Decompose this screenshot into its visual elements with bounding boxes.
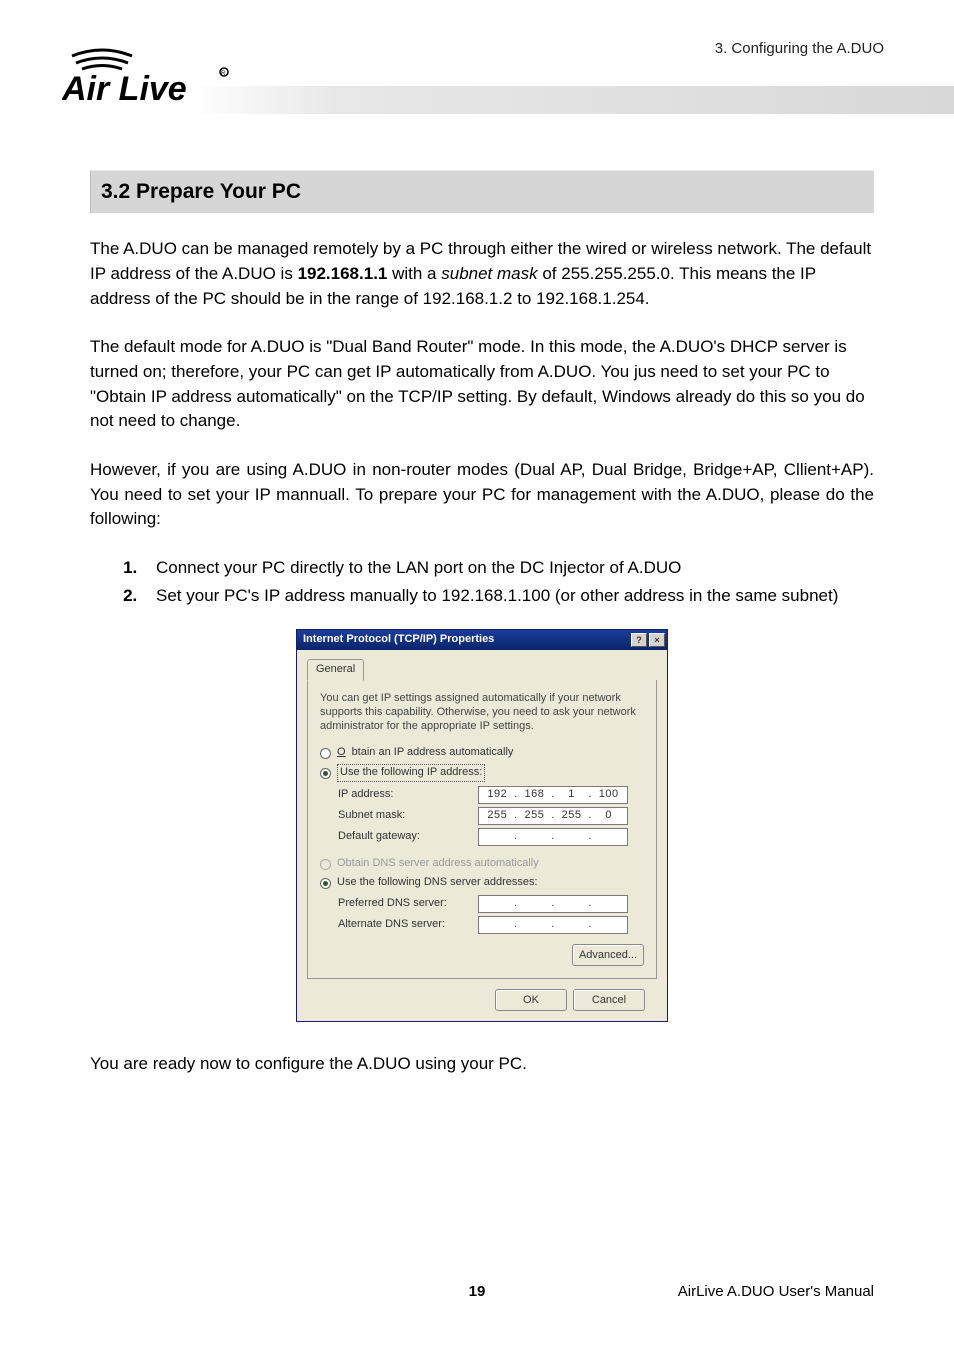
radio-label: Use the following DNS server addresses:: [337, 875, 538, 891]
brand-logo: Air Live R: [62, 42, 242, 117]
advanced-button[interactable]: Advanced...: [572, 944, 644, 966]
radio-icon: [320, 859, 331, 870]
page-header: 3. Configuring the A.DUO Air Live R: [0, 0, 954, 130]
paragraph-3: However, if you are using A.DUO in non-r…: [90, 458, 874, 532]
radio-label-text: btain an IP address automatically: [352, 745, 514, 761]
default-gateway-input[interactable]: . . .: [478, 828, 628, 846]
subnet-mask-term: subnet mask: [441, 264, 537, 283]
svg-text:R: R: [221, 71, 226, 77]
manual-title: AirLive A.DUO User's Manual: [678, 1283, 874, 1300]
steps-list: Connect your PC directly to the LAN port…: [90, 556, 874, 609]
octet: 100: [597, 787, 621, 803]
octet: 0: [597, 808, 621, 824]
radio-obtain-dns: Obtain DNS server address automatically: [320, 856, 644, 872]
text: with a: [387, 264, 441, 283]
field-label: Preferred DNS server:: [338, 896, 478, 912]
radio-label: Use the following IP address:: [337, 764, 485, 782]
page-number: 19: [469, 1283, 486, 1300]
radio-label: O: [337, 745, 346, 761]
dialog-description: You can get IP settings assigned automat…: [320, 692, 644, 733]
field-label: IP address:: [338, 787, 478, 803]
list-item: Connect your PC directly to the LAN port…: [142, 556, 874, 581]
section-heading: 3.2 Prepare Your PC: [90, 170, 874, 213]
octet: 255: [522, 808, 546, 824]
tabpanel-general: You can get IP settings assigned automat…: [307, 680, 657, 979]
dialog-figure: Internet Protocol (TCP/IP) Properties ? …: [90, 629, 874, 1022]
paragraph-4: You are ready now to configure the A.DUO…: [90, 1052, 874, 1077]
paragraph-2: The default mode for A.DUO is "Dual Band…: [90, 335, 874, 434]
dialog-title: Internet Protocol (TCP/IP) Properties: [303, 632, 631, 648]
page-footer: 19 AirLive A.DUO User's Manual: [0, 1283, 954, 1300]
tab-row: General: [307, 658, 657, 681]
radio-icon: [320, 768, 331, 779]
dialog-titlebar[interactable]: Internet Protocol (TCP/IP) Properties ? …: [297, 630, 667, 650]
paragraph-1: The A.DUO can be managed remotely by a P…: [90, 237, 874, 311]
octet: 192: [485, 787, 509, 803]
field-label: Subnet mask:: [338, 808, 478, 824]
radio-label: Obtain DNS server address automatically: [337, 856, 539, 872]
tcpip-properties-dialog: Internet Protocol (TCP/IP) Properties ? …: [296, 629, 668, 1022]
alternate-dns-row: Alternate DNS server: . . .: [338, 916, 644, 934]
radio-use-dns[interactable]: Use the following DNS server addresses:: [320, 875, 644, 891]
page-content: 3.2 Prepare Your PC The A.DUO can be man…: [0, 130, 954, 1077]
preferred-dns-input[interactable]: . . .: [478, 895, 628, 913]
subnet-mask-row: Subnet mask: 255. 255. 255. 0: [338, 807, 644, 825]
field-label: Default gateway:: [338, 829, 478, 845]
radio-obtain-ip[interactable]: Obtain an IP address automatically: [320, 745, 644, 761]
svg-text:Air Live: Air Live: [62, 70, 187, 108]
help-button[interactable]: ?: [631, 633, 647, 647]
octet: 1: [560, 787, 584, 803]
radio-icon: [320, 748, 331, 759]
cancel-button[interactable]: Cancel: [573, 989, 645, 1011]
radio-icon: [320, 878, 331, 889]
alternate-dns-input[interactable]: . . .: [478, 916, 628, 934]
default-gateway-row: Default gateway: . . .: [338, 828, 644, 846]
octet: 168: [522, 787, 546, 803]
ip-address-row: IP address: 192. 168. 1. 100: [338, 786, 644, 804]
close-button[interactable]: ×: [649, 633, 665, 647]
tab-general[interactable]: General: [307, 659, 364, 681]
default-ip: 192.168.1.1: [298, 264, 388, 283]
field-label: Alternate DNS server:: [338, 917, 478, 933]
ok-button[interactable]: OK: [495, 989, 567, 1011]
radio-use-ip[interactable]: Use the following IP address:: [320, 764, 644, 782]
subnet-mask-input[interactable]: 255. 255. 255. 0: [478, 807, 628, 825]
octet: 255: [560, 808, 584, 824]
list-item: Set your PC's IP address manually to 192…: [142, 584, 874, 609]
ip-address-input[interactable]: 192. 168. 1. 100: [478, 786, 628, 804]
preferred-dns-row: Preferred DNS server: . . .: [338, 895, 644, 913]
chapter-label: 3. Configuring the A.DUO: [715, 40, 884, 57]
octet: 255: [485, 808, 509, 824]
